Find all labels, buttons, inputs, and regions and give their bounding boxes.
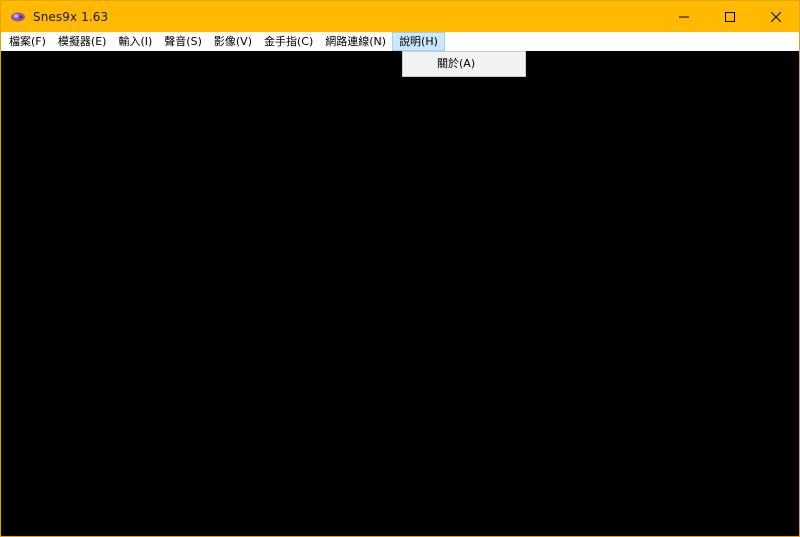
- snes9x-app-icon[interactable]: [10, 9, 26, 25]
- window-title: Snes9x 1.63: [33, 9, 109, 24]
- emulator-screen[interactable]: [2, 51, 798, 535]
- snes9x-window: Snes9x 1.63 檔案(F) 模擬器(E) 輸入(I) 聲音(S) 影像(…: [0, 0, 800, 537]
- menu-video[interactable]: 影像(V): [208, 32, 258, 51]
- menu-input[interactable]: 輸入(I): [112, 32, 158, 51]
- maximize-icon: [725, 11, 735, 22]
- menu-file[interactable]: 檔案(F): [3, 32, 52, 51]
- menu-cheat[interactable]: 金手指(C): [258, 32, 319, 51]
- help-dropdown-menu: 關於(A): [402, 51, 526, 77]
- menu-bar: 檔案(F) 模擬器(E) 輸入(I) 聲音(S) 影像(V) 金手指(C) 網路…: [1, 32, 799, 51]
- minimize-button[interactable]: [661, 1, 707, 32]
- menu-emulator[interactable]: 模擬器(E): [52, 32, 113, 51]
- title-bar[interactable]: Snes9x 1.63: [1, 1, 799, 32]
- close-button[interactable]: [753, 1, 799, 32]
- window-controls: [661, 1, 799, 32]
- menu-sound[interactable]: 聲音(S): [158, 32, 208, 51]
- menu-item-about[interactable]: 關於(A): [403, 54, 525, 74]
- menu-netplay[interactable]: 網路連線(N): [319, 32, 392, 51]
- maximize-button[interactable]: [707, 1, 753, 32]
- minimize-icon: [679, 16, 689, 17]
- menu-help[interactable]: 說明(H): [392, 32, 445, 51]
- close-icon: [771, 11, 781, 22]
